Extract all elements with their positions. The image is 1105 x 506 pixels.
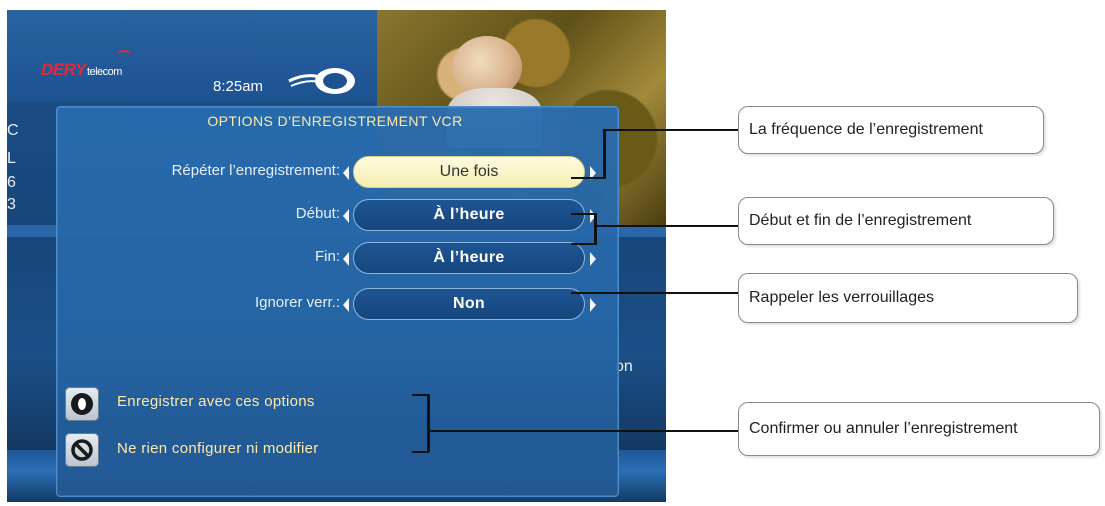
brand-swoosh-icon xyxy=(117,50,131,62)
ignore-locks-option[interactable]: Non xyxy=(353,288,585,320)
ignore-locks-prev-arrow-icon[interactable] xyxy=(343,298,349,312)
ignore-locks-value: Non xyxy=(452,295,485,312)
repeat-prev-arrow-icon[interactable] xyxy=(343,166,349,180)
start-option[interactable]: À l’heure xyxy=(353,199,585,231)
start-value: À l’heure xyxy=(433,206,505,223)
side-fragment: 3 xyxy=(7,196,16,213)
connector xyxy=(429,430,738,432)
connector xyxy=(427,394,430,452)
connector xyxy=(603,129,606,179)
connector xyxy=(596,225,738,227)
cancel-action[interactable]: Ne rien configurer ni modifier xyxy=(117,440,319,457)
callout-confirm-cancel: Confirmer ou annuler l’enregistrement xyxy=(738,402,1100,456)
side-fragment: C xyxy=(7,122,19,139)
end-prev-arrow-icon[interactable] xyxy=(343,252,349,266)
dialog-title: OPTIONS D’ENREGISTREMENT VCR xyxy=(207,113,463,129)
figure: DERYtelecom 8:25am C L 6 3 on OPTIONS D’… xyxy=(0,0,1105,506)
record-symbol xyxy=(71,393,93,415)
ignore-locks-next-arrow-icon[interactable] xyxy=(590,298,596,312)
brand-name-red: DERY xyxy=(41,60,86,79)
end-next-arrow-icon[interactable] xyxy=(590,252,596,266)
clock: 8:25am xyxy=(213,78,264,95)
ignore-locks-label: Ignorer verr.: xyxy=(254,294,340,311)
cancel-icon[interactable] xyxy=(65,433,99,467)
connector xyxy=(603,129,738,131)
end-label: Fin: xyxy=(314,248,340,265)
callout-start-end: Début et fin de l’enregistrement xyxy=(738,197,1054,245)
repeat-label: Répéter l’enregistrement: xyxy=(171,162,340,179)
end-option[interactable]: À l’heure xyxy=(353,242,585,274)
connector xyxy=(412,394,429,396)
save-with-options-action[interactable]: Enregistrer avec ces options xyxy=(117,393,315,410)
no-symbol xyxy=(71,439,93,461)
start-label: Début: xyxy=(295,205,340,222)
brand-name-white: telecom xyxy=(86,66,123,78)
callout-frequency: La fréquence de l’enregistrement xyxy=(738,106,1044,154)
start-prev-arrow-icon[interactable] xyxy=(343,209,349,223)
repeat-value: Une fois xyxy=(439,163,499,180)
network-logo-icon xyxy=(288,68,355,94)
repeat-option[interactable]: Une fois xyxy=(353,156,585,188)
side-fragment: 6 xyxy=(7,174,16,191)
connector xyxy=(571,177,605,179)
connector xyxy=(571,243,595,245)
brand-logo: DERYtelecom xyxy=(41,60,122,80)
record-button-icon[interactable] xyxy=(65,387,99,421)
connector xyxy=(571,213,595,215)
end-value: À l’heure xyxy=(433,249,505,266)
connector xyxy=(594,213,597,245)
connector xyxy=(412,451,429,453)
side-fragment: L xyxy=(7,150,16,167)
callout-locks: Rappeler les verrouillages xyxy=(738,273,1078,323)
connector xyxy=(571,292,738,294)
